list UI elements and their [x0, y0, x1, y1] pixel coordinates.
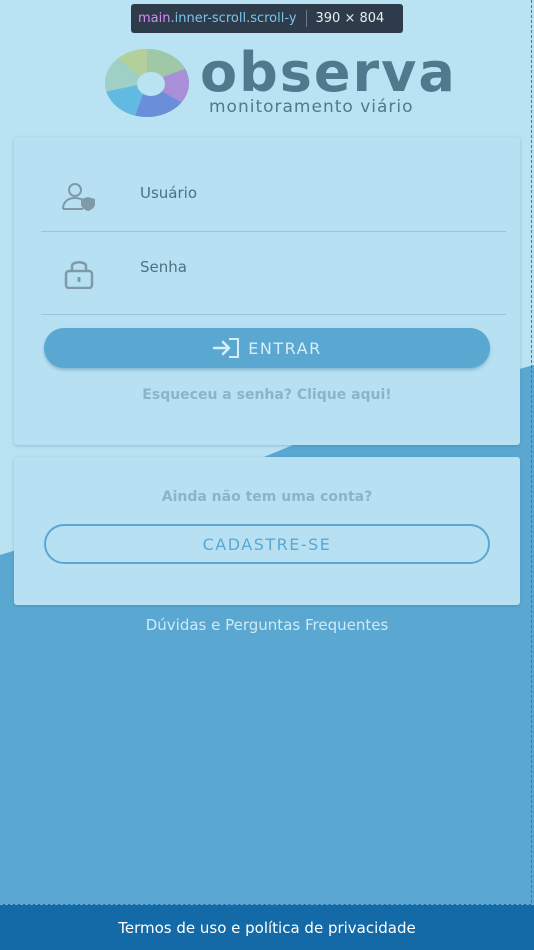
password-field[interactable]: Senha [41, 241, 506, 315]
terms-privacy-link[interactable]: Termos de uso e política de privacidade [118, 919, 416, 937]
enter-button-label: ENTRAR [248, 338, 322, 358]
tooltip-tag: main [138, 11, 171, 26]
background-wave [0, 0, 534, 905]
username-field[interactable]: Usuário [41, 160, 506, 232]
tooltip-size: 390 × 804 [315, 11, 385, 26]
login-arrow-icon [213, 338, 240, 358]
enter-button[interactable]: ENTRAR [44, 328, 490, 368]
logo-wordmark: observa [200, 41, 457, 104]
viewport-guide-line [531, 0, 532, 903]
password-label: Senha [140, 258, 187, 276]
forgot-password-link[interactable]: Esqueceu a senha? Clique aqui! [14, 387, 520, 403]
no-account-prompt: Ainda não tem uma conta? [161, 489, 373, 505]
lock-icon [64, 261, 94, 289]
devtools-element-tooltip: main .inner-scroll.scroll-y 390 × 804 [131, 4, 403, 33]
tooltip-classes: .inner-scroll.scroll-y [170, 11, 297, 26]
signup-button[interactable]: CADASTRE-SE [44, 524, 490, 564]
login-card: Usuário Senha ENTRAR Esqueceu a senha? C… [14, 137, 520, 445]
aperture-logo-icon [105, 49, 189, 117]
logo-subtitle: monitoramento viário [209, 97, 414, 117]
tooltip-separator [305, 10, 307, 27]
username-label: Usuário [140, 184, 198, 202]
user-shield-icon [62, 183, 95, 211]
footer-bar: Termos de uso e política de privacidade [0, 904, 534, 950]
signup-card: Ainda não tem uma conta? CADASTRE-SE [14, 457, 520, 605]
faq-link[interactable]: Dúvidas e Perguntas Frequentes [0, 616, 534, 634]
observa-logo: observa monitoramento viário [104, 41, 455, 119]
